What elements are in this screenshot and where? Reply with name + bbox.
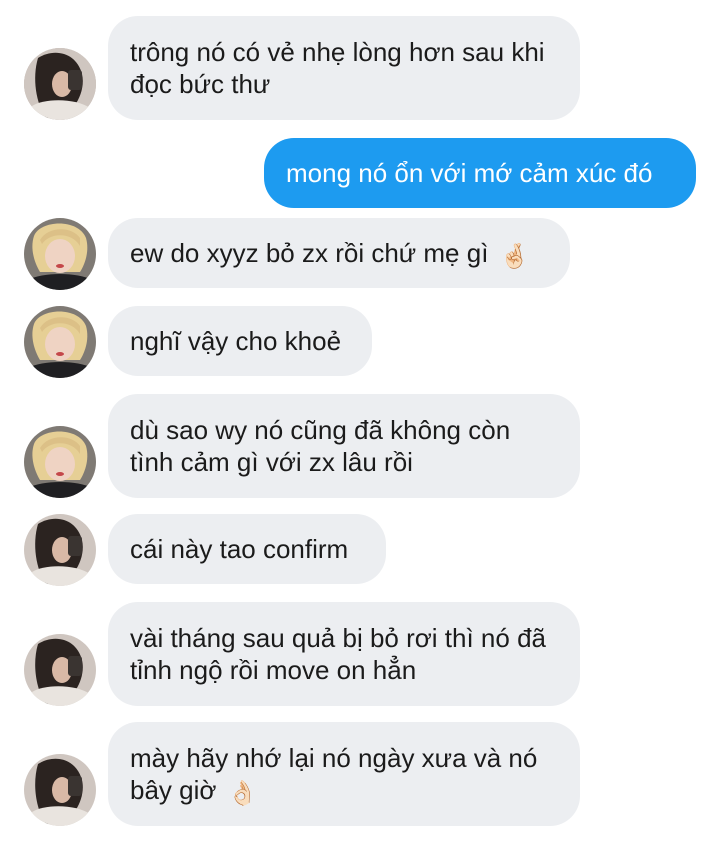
message-bubble-incoming[interactable]: vài tháng sau quả bị bỏ rơi thì nó đã tỉ…: [108, 602, 580, 706]
avatar-dark-hair[interactable]: [24, 48, 96, 120]
message-bubble-incoming[interactable]: ew do xyyz bỏ zx rồi chứ mẹ gì 🤞🏻: [108, 218, 570, 288]
message-text: cái này tao confirm: [130, 534, 349, 564]
message-text: trông nó có vẻ nhẹ lòng hơn sau khi đọc …: [130, 37, 545, 99]
message-text: nghĩ vậy cho khoẻ: [130, 326, 342, 356]
message-text: vài tháng sau quả bị bỏ rơi thì nó đã tỉ…: [130, 623, 546, 685]
avatar-dark-hair[interactable]: [24, 514, 96, 586]
message-row: dù sao wy nó cũng đã không còn tình cảm …: [0, 394, 720, 498]
message-row: vài tháng sau quả bị bỏ rơi thì nó đã tỉ…: [0, 602, 720, 706]
message-content: ew do xyyz bỏ zx rồi chứ mẹ gì 🤞🏻: [130, 237, 530, 269]
message-bubble-incoming[interactable]: nghĩ vậy cho khoẻ: [108, 306, 372, 376]
message-bubble-incoming[interactable]: cái này tao confirm: [108, 514, 386, 584]
message-row: mong nó ổn với mớ cảm xúc đó: [0, 138, 720, 208]
message-bubble-outgoing[interactable]: mong nó ổn với mớ cảm xúc đó: [264, 138, 696, 208]
avatar-blonde[interactable]: [24, 218, 96, 290]
message-text: ew do xyyz bỏ zx rồi chứ mẹ gì: [130, 238, 489, 268]
message-row: trông nó có vẻ nhẹ lòng hơn sau khi đọc …: [0, 16, 720, 120]
message-bubble-incoming[interactable]: dù sao wy nó cũng đã không còn tình cảm …: [108, 394, 580, 498]
avatar-dark-hair[interactable]: [24, 754, 96, 826]
message-row: mày hãy nhớ lại nó ngày xưa và nó bây gi…: [0, 722, 720, 826]
avatar-blonde[interactable]: [24, 306, 96, 378]
crossed-fingers-emoji-icon: 🤞🏻: [499, 242, 530, 270]
ok-hand-emoji-icon: 👌🏻: [227, 779, 258, 807]
avatar-blonde[interactable]: [24, 426, 96, 498]
message-text: mong nó ổn với mớ cảm xúc đó: [286, 158, 653, 188]
avatar-dark-hair[interactable]: [24, 634, 96, 706]
message-row: ew do xyyz bỏ zx rồi chứ mẹ gì 🤞🏻: [0, 218, 720, 290]
message-content: mày hãy nhớ lại nó ngày xưa và nó bây gi…: [130, 742, 558, 806]
message-text: mày hãy nhớ lại nó ngày xưa và nó bây gi…: [130, 743, 538, 805]
message-text: dù sao wy nó cũng đã không còn tình cảm …: [130, 415, 511, 477]
message-row: cái này tao confirm: [0, 514, 720, 586]
message-row: nghĩ vậy cho khoẻ: [0, 306, 720, 378]
message-bubble-incoming[interactable]: mày hãy nhớ lại nó ngày xưa và nó bây gi…: [108, 722, 580, 826]
message-bubble-incoming[interactable]: trông nó có vẻ nhẹ lòng hơn sau khi đọc …: [108, 16, 580, 120]
